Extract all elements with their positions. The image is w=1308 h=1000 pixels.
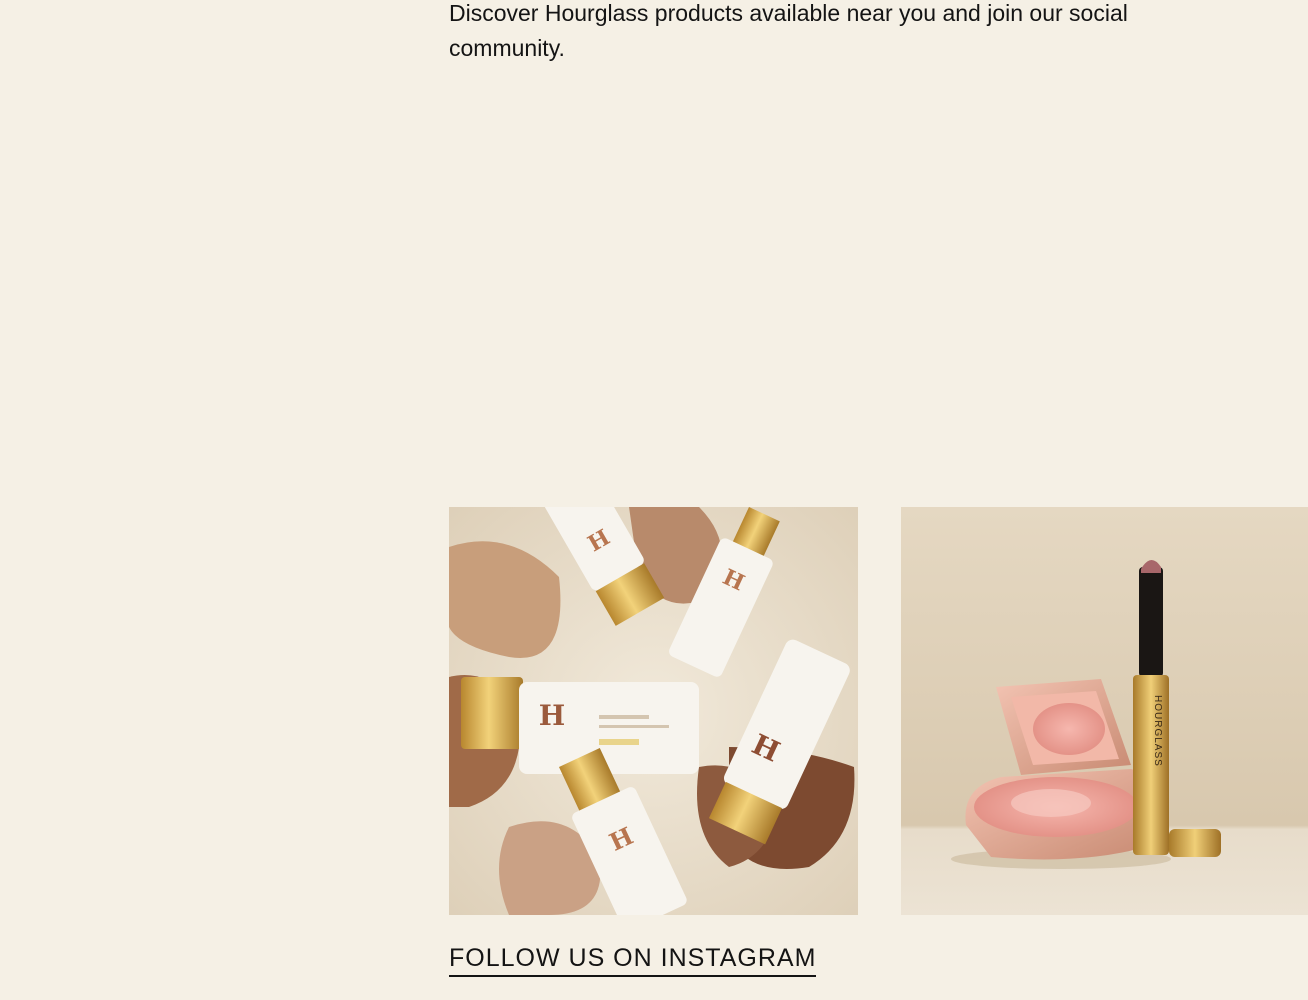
instagram-post-blush[interactable]: HOURGLASS bbox=[901, 507, 1308, 915]
blush-lipstick-photo: HOURGLASS bbox=[901, 507, 1308, 915]
intro-text: Discover Hourglass products available ne… bbox=[449, 0, 1128, 61]
svg-text:H: H bbox=[539, 699, 565, 732]
foundation-tubes-photo: H H H H H bbox=[449, 507, 858, 915]
follow-instagram-link[interactable]: FOLLOW US ON INSTAGRAM bbox=[449, 944, 817, 977]
lipstick-brand-text: HOURGLASS bbox=[1152, 695, 1163, 767]
instagram-post-foundation[interactable]: H H H H H bbox=[449, 507, 858, 915]
